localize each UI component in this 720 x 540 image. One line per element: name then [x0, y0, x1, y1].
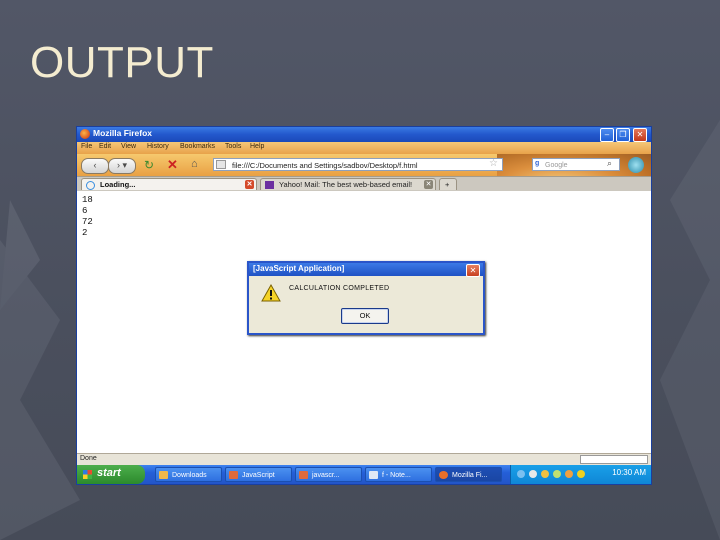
- windows-taskbar: start Downloads JavaScript javascr... f …: [77, 465, 651, 484]
- window-titlebar[interactable]: Mozilla Firefox – ❐ ✕: [77, 127, 651, 142]
- dialog-message: CALCULATION COMPLETED: [289, 285, 390, 292]
- menu-tools[interactable]: Tools: [225, 143, 241, 150]
- menu-edit[interactable]: Edit: [99, 143, 111, 150]
- google-icon: g: [535, 160, 540, 167]
- document-icon: [299, 471, 308, 479]
- messenger-icon[interactable]: [529, 470, 537, 478]
- back-button[interactable]: ‹: [81, 158, 109, 174]
- menu-bookmarks[interactable]: Bookmarks: [180, 143, 215, 150]
- stop-icon[interactable]: ✕: [167, 157, 178, 173]
- notepad-icon: [369, 471, 378, 479]
- taskbar-clock: 10:30 AM: [612, 468, 646, 477]
- taskbar-item-label: f - Note...: [382, 472, 411, 479]
- addon-icon[interactable]: [628, 157, 644, 173]
- dialog-close-button[interactable]: ✕: [466, 264, 480, 277]
- menu-view[interactable]: View: [121, 143, 136, 150]
- taskbar-item-javascr[interactable]: javascr...: [295, 467, 362, 482]
- document-icon: [229, 471, 238, 479]
- firefox-icon: [80, 129, 90, 139]
- taskbar-item-downloads[interactable]: Downloads: [155, 467, 222, 482]
- tab-label: Loading...: [100, 180, 136, 189]
- security-icon[interactable]: [541, 470, 549, 478]
- slide-decoration-right: [660, 120, 720, 540]
- minimize-button[interactable]: –: [600, 128, 614, 142]
- close-tab-icon[interactable]: ✕: [424, 180, 433, 189]
- close-tab-icon[interactable]: ✕: [245, 180, 254, 189]
- taskbar-item-label: javascr...: [312, 472, 340, 479]
- system-tray: 10:30 AM: [510, 465, 651, 484]
- page-icon: [216, 160, 226, 169]
- tab-yahoo-mail[interactable]: Yahoo! Mail: The best web-based email! ✕: [260, 178, 436, 190]
- loading-icon: [86, 181, 95, 190]
- start-label: start: [97, 467, 121, 479]
- menu-history[interactable]: History: [147, 143, 169, 150]
- slide-title: OUTPUT: [30, 38, 214, 87]
- status-text: Done: [80, 455, 97, 462]
- alert-dialog: [JavaScript Application] ✕ CALCULATION C…: [247, 261, 485, 335]
- tab-label: Yahoo! Mail: The best web-based email!: [279, 180, 413, 189]
- output-line: 2: [82, 228, 88, 238]
- menu-bar: File Edit View History Bookmarks Tools H…: [77, 142, 651, 154]
- taskbar-item-label: Mozilla Fi...: [452, 472, 488, 479]
- network-icon[interactable]: [517, 470, 525, 478]
- output-line: 18: [82, 195, 93, 205]
- warning-icon: [261, 284, 281, 302]
- tab-bar: Loading... ✕ Yahoo! Mail: The best web-b…: [77, 176, 651, 191]
- warning-tray-icon[interactable]: [577, 470, 585, 478]
- taskbar-item-javascript[interactable]: JavaScript: [225, 467, 292, 482]
- close-window-button[interactable]: ✕: [633, 128, 647, 142]
- menu-file[interactable]: File: [81, 143, 92, 150]
- taskbar-item-notepad[interactable]: f - Note...: [365, 467, 432, 482]
- search-icon[interactable]: ⌕: [607, 158, 612, 169]
- firefox-icon: [439, 471, 448, 479]
- output-line: 6: [82, 206, 88, 216]
- folder-icon: [159, 471, 168, 479]
- page-content: 18 6 72 2 [JavaScript Application] ✕ CAL…: [77, 191, 651, 453]
- ok-button[interactable]: OK: [341, 308, 389, 324]
- tab-loading[interactable]: Loading... ✕: [81, 178, 257, 190]
- taskbar-item-firefox[interactable]: Mozilla Fi...: [435, 467, 502, 482]
- reload-icon[interactable]: ↻: [144, 158, 154, 172]
- navigation-toolbar: ‹ › ▾ ↻ ✕ ⌂ file:///C:/Documents and Set…: [77, 154, 651, 203]
- output-line: 72: [82, 217, 93, 227]
- app-tray-icon[interactable]: [553, 470, 561, 478]
- taskbar-item-label: Downloads: [172, 472, 207, 479]
- yahoo-icon: [265, 181, 274, 189]
- browser-screenshot: Mozilla Firefox – ❐ ✕ File Edit View His…: [77, 127, 651, 484]
- start-button[interactable]: start: [77, 465, 145, 484]
- menu-help[interactable]: Help: [250, 143, 264, 150]
- home-icon[interactable]: ⌂: [191, 158, 198, 170]
- dialog-title: [JavaScript Application]: [253, 264, 345, 273]
- taskbar-item-label: JavaScript: [242, 472, 275, 479]
- new-tab-button[interactable]: +: [439, 178, 457, 190]
- address-bar[interactable]: file:///C:/Documents and Settings/sadbov…: [213, 158, 503, 171]
- bookmark-star-icon[interactable]: ☆: [489, 158, 498, 169]
- app-tray-icon[interactable]: [565, 470, 573, 478]
- dialog-titlebar[interactable]: [JavaScript Application] ✕: [249, 263, 483, 277]
- restore-button[interactable]: ❐: [616, 128, 630, 142]
- window-title: Mozilla Firefox: [93, 128, 153, 138]
- windows-logo-icon: [83, 470, 92, 479]
- status-panel: [580, 455, 648, 464]
- forward-button[interactable]: › ▾: [108, 158, 136, 174]
